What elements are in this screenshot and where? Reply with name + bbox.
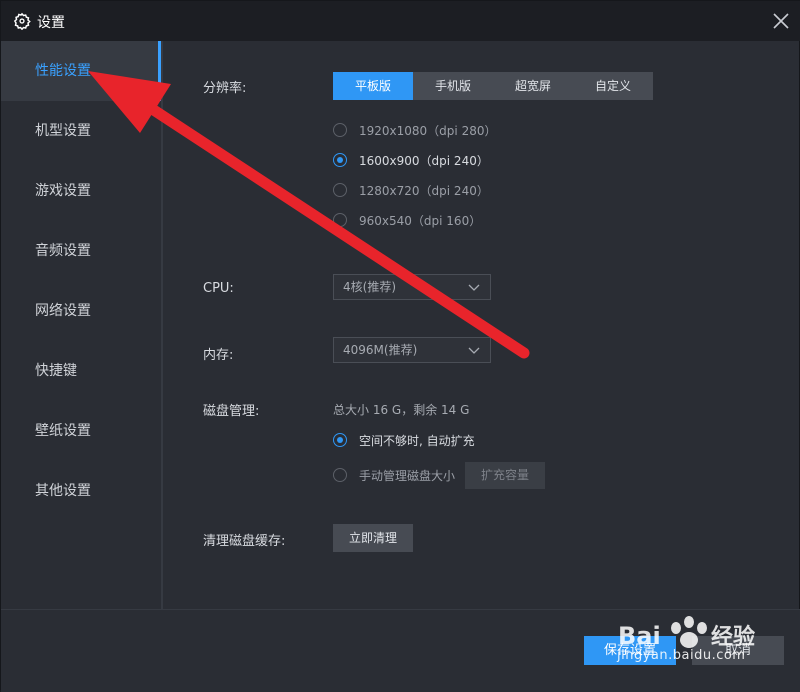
- cpu-select[interactable]: 4核(推荐): [333, 274, 491, 300]
- disk-size-info: 总大小 16 G，剩余 14 G: [333, 403, 470, 417]
- sidebar: 性能设置 机型设置 游戏设置 音频设置 网络设置 快捷键 壁纸设置 其他设置: [1, 41, 163, 609]
- radio-button[interactable]: [333, 468, 347, 482]
- resolution-label: 分辨率:: [203, 81, 247, 96]
- radio-button[interactable]: [333, 123, 347, 137]
- radio-button[interactable]: [333, 183, 347, 197]
- memory-select[interactable]: 4096M(推荐): [333, 337, 491, 363]
- sidebar-item-game[interactable]: 游戏设置: [1, 161, 161, 221]
- tab-tablet[interactable]: 平板版: [333, 72, 413, 100]
- sidebar-item-audio[interactable]: 音频设置: [1, 221, 161, 281]
- disk-option-manual[interactable]: 手动管理磁盘大小: [333, 465, 455, 485]
- clear-cache-label: 清理磁盘缓存:: [203, 534, 286, 549]
- option-label: 空间不够时, 自动扩充: [359, 433, 475, 448]
- sidebar-item-other[interactable]: 其他设置: [1, 461, 161, 521]
- option-label: 1280x720（dpi 240）: [359, 183, 489, 198]
- option-label: 手动管理磁盘大小: [359, 468, 456, 483]
- radio-button-selected[interactable]: [333, 433, 347, 447]
- resolution-option-1920[interactable]: 1920x1080（dpi 280）: [333, 120, 496, 140]
- radio-button[interactable]: [333, 213, 347, 227]
- sidebar-item-device[interactable]: 机型设置: [1, 101, 161, 161]
- clean-now-button[interactable]: 立即清理: [333, 524, 413, 552]
- resolution-option-1280[interactable]: 1280x720（dpi 240）: [333, 180, 489, 200]
- option-label: 1920x1080（dpi 280）: [359, 123, 497, 138]
- chevron-down-icon: [468, 347, 480, 354]
- gear-icon: [13, 12, 31, 30]
- window-title: 设置: [37, 15, 65, 31]
- option-label: 1600x900（dpi 240）: [359, 153, 489, 168]
- disk-option-auto[interactable]: 空间不够时, 自动扩充: [333, 430, 475, 450]
- tab-phone[interactable]: 手机版: [413, 72, 493, 100]
- cpu-label: CPU:: [203, 281, 234, 296]
- settings-panel: 分辨率: 平板版 手机版 超宽屏 自定义 1920x1080（dpi 280） …: [163, 41, 800, 609]
- resolution-mode-tabs: 平板版 手机版 超宽屏 自定义: [333, 72, 653, 100]
- resolution-option-960[interactable]: 960x540（dpi 160）: [333, 210, 481, 230]
- memory-label: 内存:: [203, 348, 234, 363]
- cpu-value: 4核(推荐): [343, 280, 396, 294]
- option-label: 960x540（dpi 160）: [359, 213, 482, 228]
- disk-label: 磁盘管理:: [203, 404, 260, 419]
- settings-window: 设置 性能设置 机型设置 游戏设置 音频设置 网络设置 快捷键 壁纸设置 其他设…: [0, 0, 800, 692]
- memory-value: 4096M(推荐): [343, 343, 418, 357]
- tab-custom[interactable]: 自定义: [573, 72, 653, 100]
- sidebar-item-shortcuts[interactable]: 快捷键: [1, 341, 161, 401]
- expand-capacity-button[interactable]: 扩充容量: [465, 462, 545, 489]
- sidebar-item-wallpaper[interactable]: 壁纸设置: [1, 401, 161, 461]
- sidebar-item-performance[interactable]: 性能设置: [1, 41, 161, 101]
- watermark-url: jingyan.baidu.com: [617, 648, 746, 663]
- tab-ultrawide[interactable]: 超宽屏: [493, 72, 573, 100]
- title-bar: 设置: [1, 1, 800, 41]
- radio-button-selected[interactable]: [333, 153, 347, 167]
- sidebar-item-network[interactable]: 网络设置: [1, 281, 161, 341]
- chevron-down-icon: [468, 284, 480, 291]
- close-icon[interactable]: [769, 9, 793, 33]
- resolution-option-1600[interactable]: 1600x900（dpi 240）: [333, 150, 489, 170]
